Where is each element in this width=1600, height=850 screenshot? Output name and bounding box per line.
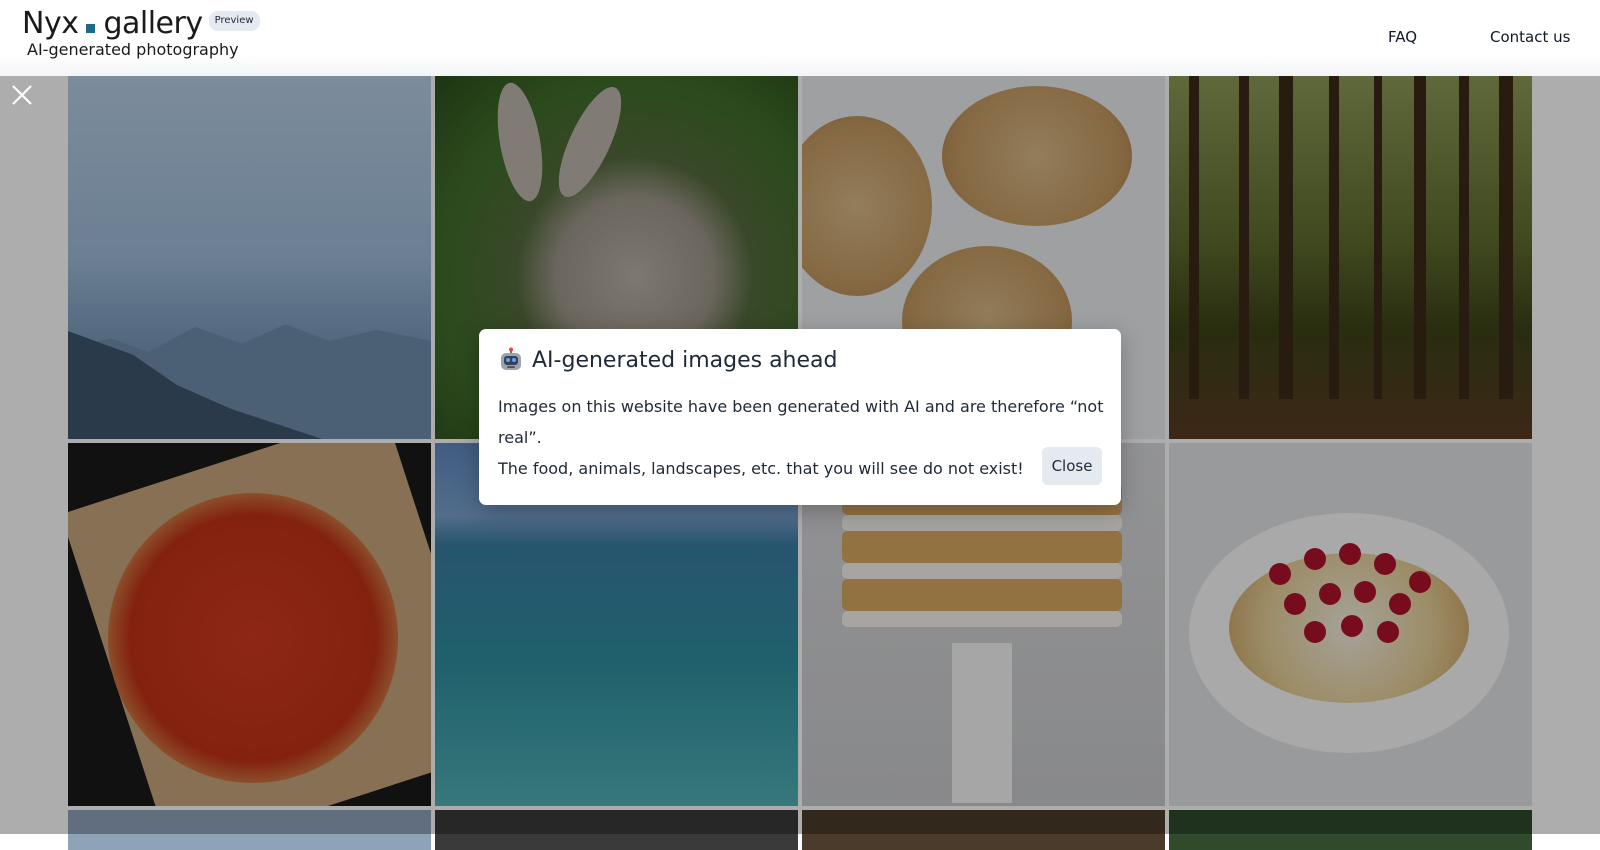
dialog-title-text: AI-generated images ahead <box>532 347 838 373</box>
close-button[interactable]: Close <box>1042 447 1102 485</box>
logo-word-nyx: Nyx <box>22 6 79 41</box>
dialog-body-line: Images on this website have been generat… <box>498 397 1104 447</box>
preview-badge: Preview <box>208 11 260 31</box>
dialog-body-line: The food, animals, landscapes, etc. that… <box>498 459 1024 478</box>
nav-contact-link[interactable]: Contact us <box>1490 28 1570 46</box>
ai-warning-dialog: AI-generated images ahead Images on this… <box>479 329 1121 505</box>
dialog-body: Images on this website have been generat… <box>498 391 1108 484</box>
site-logo[interactable]: Nyx gallery Preview <box>22 6 260 42</box>
dialog-title: AI-generated images ahead <box>498 347 838 373</box>
site-header: Nyx gallery Preview AI-generated photogr… <box>0 0 1600 76</box>
site-tagline: AI-generated photography <box>27 40 239 59</box>
logo-word-gallery: gallery <box>103 6 203 41</box>
nav-faq-link[interactable]: FAQ <box>1388 28 1417 46</box>
logo-dot <box>86 23 96 33</box>
close-icon[interactable] <box>11 84 33 106</box>
robot-icon <box>501 347 521 370</box>
